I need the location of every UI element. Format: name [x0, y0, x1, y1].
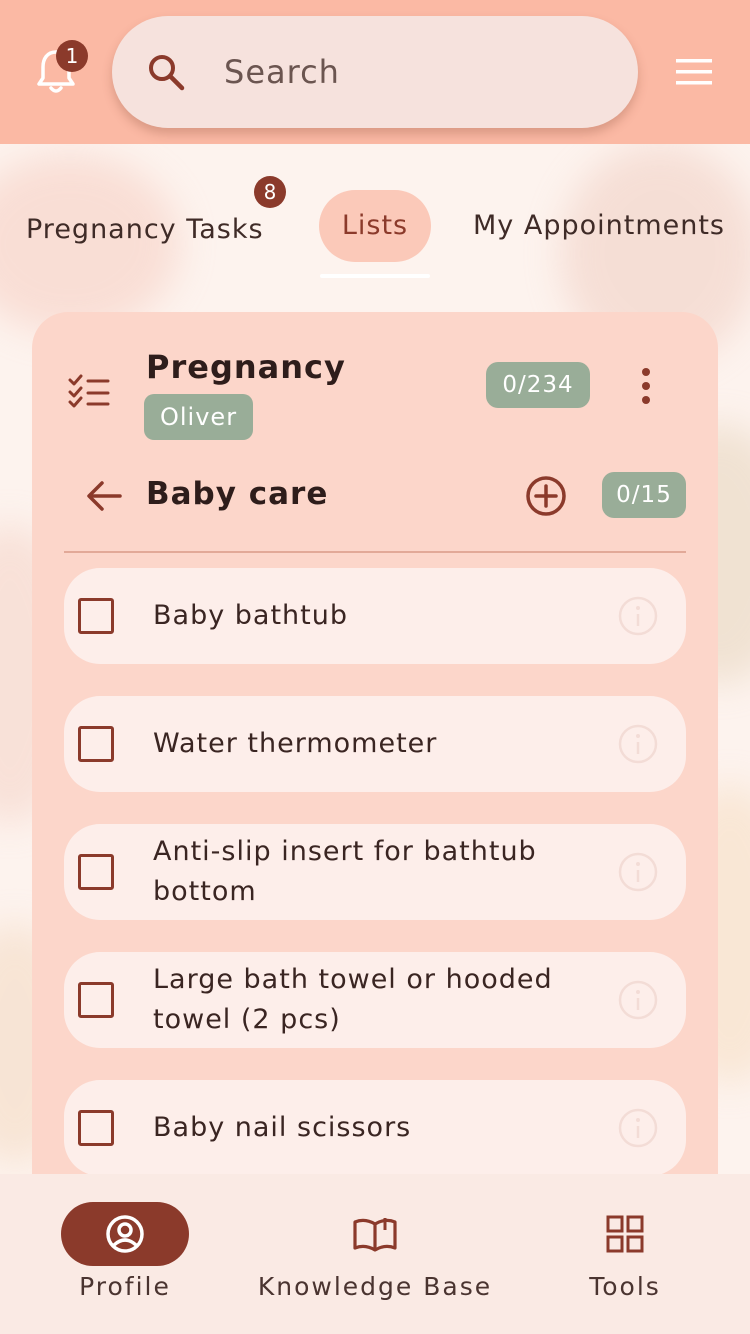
nav-profile[interactable]: Profile [0, 1174, 250, 1334]
item-checkbox[interactable] [78, 982, 114, 1018]
book-icon [353, 1218, 397, 1252]
notification-badge: 1 [56, 40, 88, 72]
item-checkbox[interactable] [78, 726, 114, 762]
nav-label: Knowledge Base [257, 1272, 493, 1301]
list-title: Pregnancy [146, 348, 346, 386]
hamburger-menu-icon[interactable] [676, 58, 712, 86]
nav-knowledge-base[interactable]: Knowledge Base [250, 1174, 500, 1334]
search-input[interactable] [224, 46, 604, 98]
nav-label: Tools [589, 1272, 661, 1301]
active-tab-indicator [320, 274, 430, 278]
tab-bar: Pregnancy Tasks 8 Lists My Appointments [0, 170, 750, 280]
list-item[interactable]: Baby nail scissors [64, 1080, 686, 1176]
search-icon [149, 55, 185, 91]
item-checkbox[interactable] [78, 598, 114, 634]
info-icon[interactable] [618, 596, 658, 636]
item-label: Baby nail scissors [153, 1112, 412, 1143]
list-item[interactable]: Anti-slip insert for bathtub bottom [64, 824, 686, 920]
search-bar[interactable] [112, 16, 638, 128]
info-icon[interactable] [618, 1108, 658, 1148]
info-icon[interactable] [618, 980, 658, 1020]
item-label: Baby bathtub [153, 600, 348, 631]
list-item[interactable]: Water thermometer [64, 696, 686, 792]
item-checkbox[interactable] [78, 854, 114, 890]
bottom-navigation: Profile Knowledge Base Tools [0, 1174, 750, 1334]
add-item-icon[interactable] [524, 474, 568, 518]
item-checkbox[interactable] [78, 1110, 114, 1146]
divider [64, 551, 686, 553]
item-label: Large bath towel or hooded towel (2 pcs) [153, 964, 553, 1035]
back-arrow-icon[interactable] [84, 476, 124, 516]
more-options-icon[interactable] [636, 366, 656, 406]
tasks-count-badge: 8 [254, 176, 286, 208]
item-label: Anti-slip insert for bathtub bottom [153, 836, 537, 907]
profile-icon [106, 1215, 144, 1253]
list-progress-badge: 0/234 [486, 362, 590, 408]
checklist-icon [68, 374, 110, 408]
list-item[interactable]: Baby bathtub [64, 568, 686, 664]
tab-my-appointments[interactable]: My Appointments [473, 210, 725, 241]
category-progress-badge: 0/15 [602, 472, 686, 518]
list-item[interactable]: Large bath towel or hooded towel (2 pcs) [64, 952, 686, 1048]
item-label: Water thermometer [153, 728, 438, 759]
nav-tools[interactable]: Tools [500, 1174, 750, 1334]
top-app-bar: 1 [0, 0, 750, 144]
tab-lists[interactable]: Lists [319, 190, 431, 262]
list-card: Pregnancy Oliver 0/234 Baby care 0/15 Ba… [32, 312, 718, 1192]
category-title: Baby care [146, 476, 329, 512]
nav-label: Profile [79, 1272, 171, 1301]
info-icon[interactable] [618, 724, 658, 764]
owner-chip: Oliver [144, 394, 254, 440]
info-icon[interactable] [618, 852, 658, 892]
tab-pregnancy-tasks[interactable]: Pregnancy Tasks [26, 214, 264, 245]
grid-icon [606, 1215, 644, 1253]
